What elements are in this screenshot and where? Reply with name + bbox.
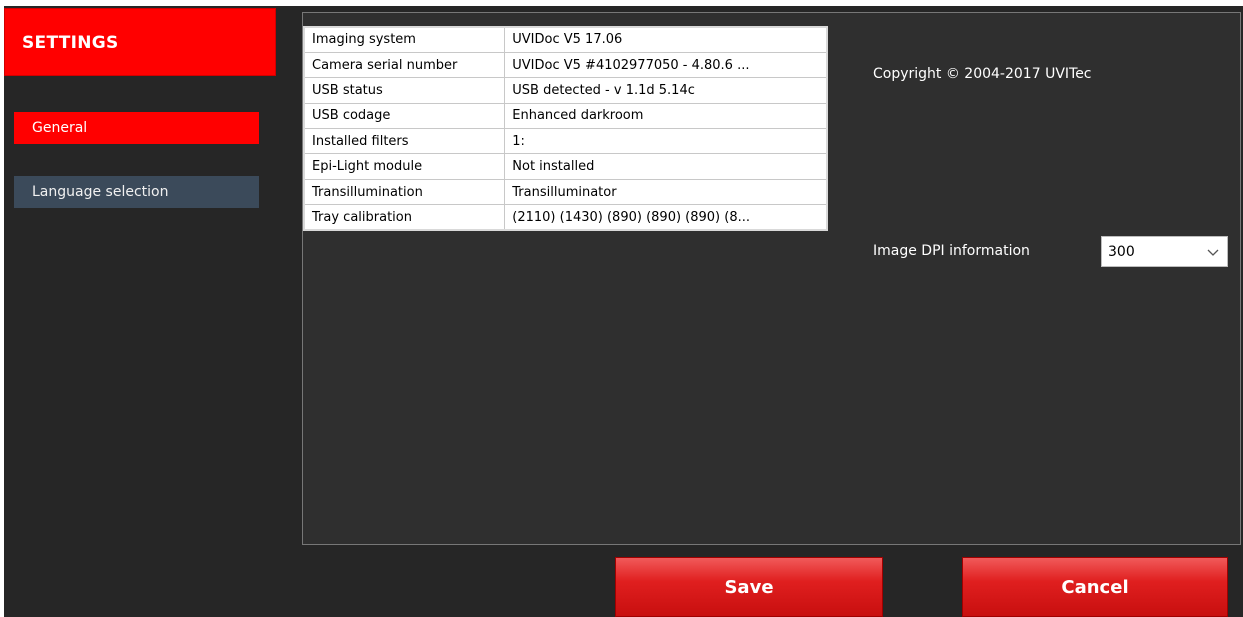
save-button[interactable]: Save	[615, 557, 883, 617]
copyright-text: Copyright © 2004-2017 UVITec	[873, 66, 1092, 82]
info-key: Tray calibration	[303, 204, 506, 231]
settings-title: SETTINGS	[22, 33, 119, 53]
settings-header: SETTINGS	[4, 8, 276, 76]
info-key: Transillumination	[303, 178, 506, 206]
info-key: Epi-Light module	[303, 153, 506, 180]
info-value: Enhanced darkroom	[504, 102, 828, 130]
info-key: USB status	[303, 77, 506, 104]
info-value: Not installed	[504, 153, 828, 180]
image-dpi-select[interactable]: 300	[1101, 236, 1228, 267]
sidebar-item-label: General	[32, 120, 88, 136]
chevron-down-icon	[1207, 249, 1219, 256]
table-row: Epi-Light module Not installed	[303, 153, 828, 180]
save-button-label: Save	[724, 576, 774, 598]
info-key: Installed filters	[303, 128, 506, 155]
info-key: USB codage	[303, 102, 506, 130]
info-value: UVIDoc V5 17.06	[504, 26, 828, 53]
info-value: 1:	[504, 128, 828, 155]
table-row: USB codage Enhanced darkroom	[303, 102, 828, 130]
info-value: UVIDoc V5 #4102977050 - 4.80.6 ...	[504, 51, 828, 79]
info-key: Camera serial number	[303, 51, 506, 79]
sidebar-item-general[interactable]: General	[14, 112, 259, 144]
system-info-table: Imaging system UVIDoc V5 17.06 Camera se…	[303, 26, 828, 232]
cancel-button[interactable]: Cancel	[962, 557, 1228, 617]
sidebar-item-language-selection[interactable]: Language selection	[14, 176, 259, 208]
table-row: Tray calibration (2110) (1430) (890) (89…	[303, 204, 828, 231]
table-row: USB status USB detected - v 1.1d 5.14c	[303, 77, 828, 104]
image-dpi-label: Image DPI information	[873, 243, 1030, 259]
table-row: Transillumination Transilluminator	[303, 178, 828, 206]
sidebar-item-label: Language selection	[32, 184, 169, 200]
table-row: Camera serial number UVIDoc V5 #41029770…	[303, 51, 828, 79]
table-row: Installed filters 1:	[303, 128, 828, 155]
info-value: USB detected - v 1.1d 5.14c	[504, 77, 828, 104]
info-value: Transilluminator	[504, 178, 828, 206]
info-value: (2110) (1430) (890) (890) (890) (8...	[504, 204, 828, 231]
table-row: Imaging system UVIDoc V5 17.06	[303, 26, 828, 53]
cancel-button-label: Cancel	[1061, 576, 1129, 598]
info-key: Imaging system	[303, 26, 506, 53]
image-dpi-value: 300	[1108, 244, 1135, 260]
